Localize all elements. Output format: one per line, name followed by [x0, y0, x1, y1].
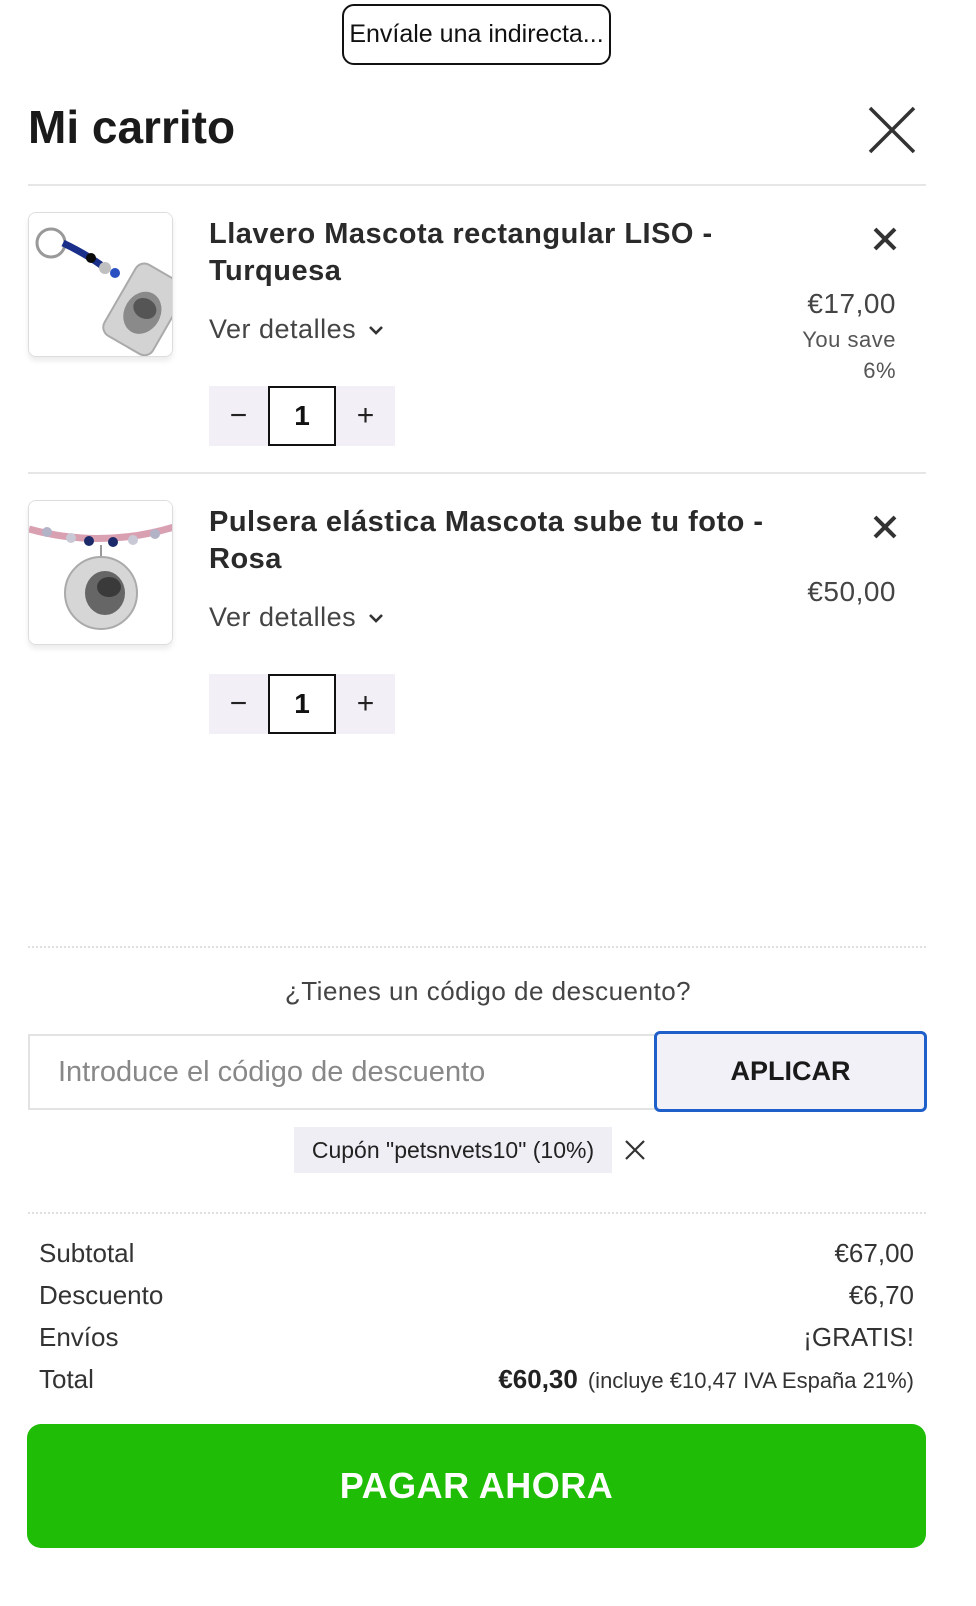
increase-quantity-button[interactable]: +	[336, 386, 395, 446]
item-price: €50,00	[807, 576, 896, 607]
product-image-keychain[interactable]	[28, 212, 173, 357]
section-divider	[28, 946, 926, 948]
coupon-question: ¿Tienes un código de descuento?	[284, 976, 692, 1006]
total-amount: €60,30 (incluye €10,47 IVA España 21%)	[498, 1364, 914, 1395]
quantity-stepper: − 1 +	[209, 674, 395, 734]
discount-row: Descuento €6,70	[39, 1280, 914, 1311]
apply-coupon-button[interactable]: APLICAR	[654, 1031, 927, 1112]
quantity-value[interactable]: 1	[268, 674, 336, 734]
subtotal-value: €67,00	[834, 1238, 914, 1268]
remove-coupon-icon[interactable]	[624, 1139, 646, 1161]
applied-coupon-tag: Cupón "petsnvets10" (10%)	[294, 1127, 612, 1173]
remove-item-icon[interactable]	[872, 226, 898, 252]
coupon-code-input[interactable]	[28, 1034, 656, 1110]
savings-percent: 6%	[863, 358, 896, 383]
send-hint-button[interactable]: Envíale una indirecta...	[342, 4, 611, 65]
item-price: €17,00	[807, 288, 896, 319]
chevron-down-icon	[369, 325, 384, 335]
decrease-quantity-button[interactable]: −	[209, 674, 268, 734]
total-row: Total €60,30 (incluye €10,47 IVA España 2…	[39, 1364, 914, 1395]
cart-item: Pulsera elástica Mascota sube tu foto - …	[28, 500, 926, 740]
pay-now-button[interactable]: PAGAR AHORA	[27, 1424, 926, 1548]
shipping-label: Envíos	[39, 1322, 119, 1352]
savings-note: You save 6%	[776, 324, 896, 386]
subtotal-label: Subtotal	[39, 1238, 135, 1268]
decrease-quantity-button[interactable]: −	[209, 386, 268, 446]
discount-value: €6,70	[848, 1280, 914, 1310]
item-divider	[28, 472, 926, 474]
details-label: Ver detalles	[209, 314, 357, 344]
savings-label: You save	[802, 327, 896, 352]
shipping-value: ¡GRATIS!	[803, 1322, 914, 1352]
total-label: Total	[39, 1364, 94, 1394]
item-name[interactable]: Pulsera elástica Mascota sube tu foto - …	[209, 504, 769, 578]
header-divider	[28, 184, 926, 186]
increase-quantity-button[interactable]: +	[336, 674, 395, 734]
cart-title: Mi carrito	[28, 101, 236, 153]
details-toggle[interactable]: Ver detalles	[209, 314, 384, 345]
discount-label: Descuento	[39, 1280, 164, 1310]
product-image-bracelet[interactable]	[28, 500, 173, 645]
total-value: €60,30	[498, 1364, 578, 1394]
quantity-stepper: − 1 +	[209, 386, 395, 446]
tax-note: (incluye €10,47 IVA España 21%)	[587, 1368, 914, 1393]
summary-divider	[28, 1212, 926, 1214]
details-toggle[interactable]: Ver detalles	[209, 602, 384, 633]
details-label: Ver detalles	[209, 602, 357, 632]
quantity-value[interactable]: 1	[268, 386, 336, 446]
cart-item: Llavero Mascota rectangular LISO - Turqu…	[28, 212, 926, 452]
remove-item-icon[interactable]	[872, 514, 898, 540]
close-icon[interactable]	[866, 104, 918, 156]
subtotal-row: Subtotal €67,00	[39, 1238, 914, 1269]
shipping-row: Envíos ¡GRATIS!	[39, 1322, 914, 1353]
chevron-down-icon	[369, 613, 384, 623]
item-name[interactable]: Llavero Mascota rectangular LISO - Turqu…	[209, 216, 769, 290]
